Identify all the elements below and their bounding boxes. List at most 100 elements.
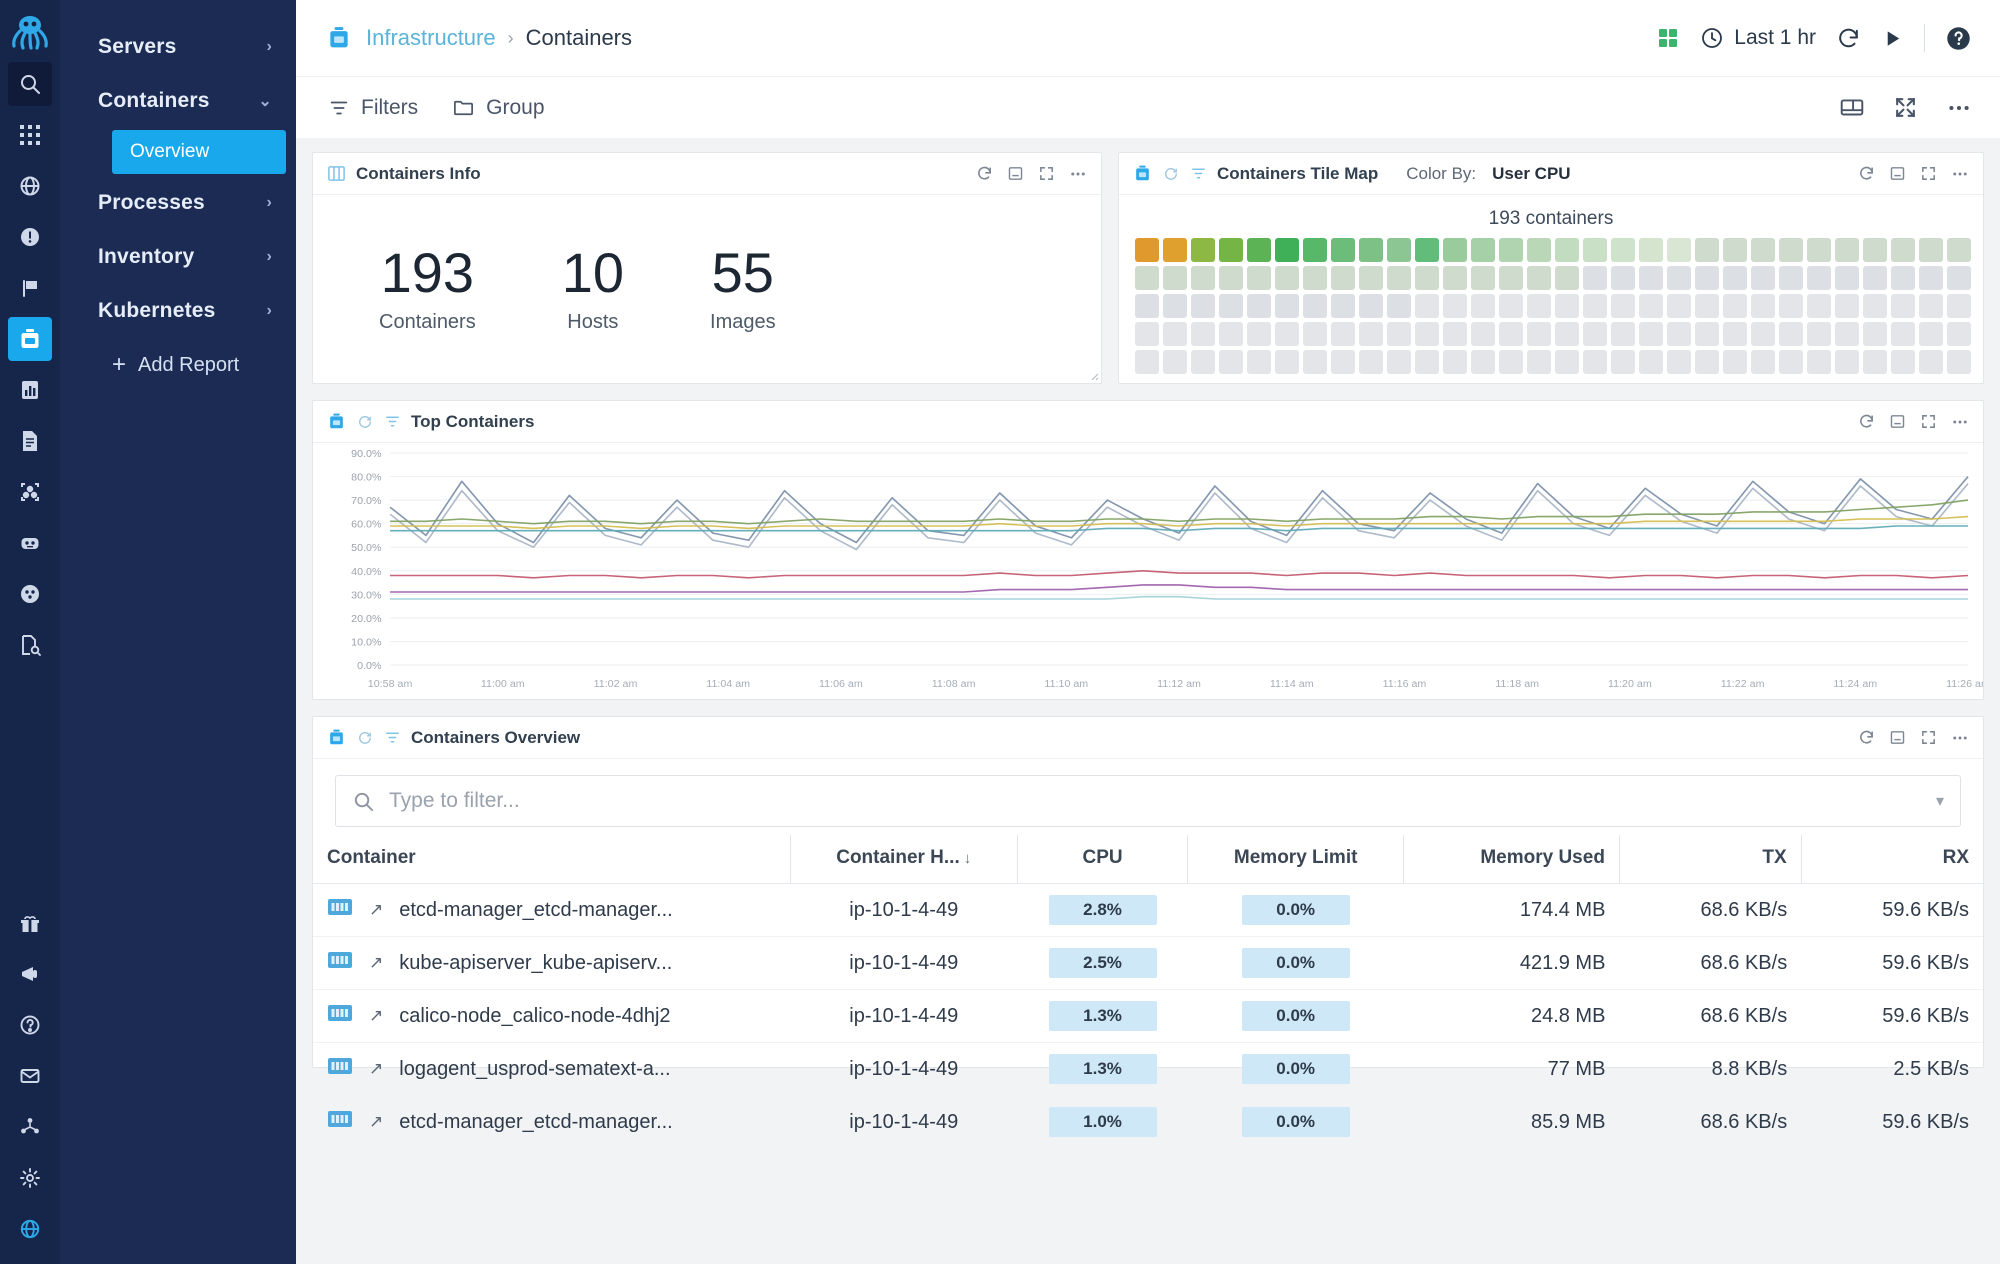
- tile-map-cell[interactable]: [1471, 350, 1495, 374]
- open-external-icon[interactable]: ↗: [369, 1059, 383, 1079]
- help-circle-icon[interactable]: [8, 1003, 52, 1047]
- column-header-memory-limit[interactable]: Memory Limit: [1187, 835, 1404, 884]
- refresh-cycle-icon[interactable]: [356, 413, 374, 431]
- tile-map-cell[interactable]: [1947, 266, 1971, 290]
- minimize-icon[interactable]: [1889, 729, 1906, 746]
- tile-map-cell[interactable]: [1135, 238, 1159, 262]
- tile-map-cell[interactable]: [1135, 266, 1159, 290]
- tile-map-cell[interactable]: [1499, 322, 1523, 346]
- minimize-icon[interactable]: [1889, 413, 1906, 430]
- tile-map-cell[interactable]: [1723, 294, 1747, 318]
- tile-map-cell[interactable]: [1835, 266, 1859, 290]
- tile-map-cell[interactable]: [1443, 294, 1467, 318]
- filter-funnel-icon[interactable]: [384, 413, 401, 430]
- more-dots-icon[interactable]: [1069, 165, 1087, 183]
- tile-map-cell[interactable]: [1191, 350, 1215, 374]
- document-search-icon[interactable]: [8, 623, 52, 667]
- tile-map-cell[interactable]: [1695, 266, 1719, 290]
- tile-map-cell[interactable]: [1891, 350, 1915, 374]
- tile-map-cell[interactable]: [1443, 266, 1467, 290]
- tile-map-cell[interactable]: [1499, 294, 1523, 318]
- tile-map-cell[interactable]: [1303, 266, 1327, 290]
- tile-map-cell[interactable]: [1947, 350, 1971, 374]
- sidebar-item-containers[interactable]: Containers ⌄: [60, 74, 296, 128]
- refresh-cycle-icon[interactable]: [1162, 165, 1180, 183]
- chevron-down-icon[interactable]: ▾: [1936, 791, 1944, 811]
- top-containers-chart[interactable]: 0.0% 10.0% 20.0% 30.0% 40.0% 50.0% 60.0% 70.0% 8…: [313, 443, 1983, 699]
- sidebar-item-overview[interactable]: Overview: [112, 130, 286, 174]
- logs-document-icon[interactable]: [8, 419, 52, 463]
- refresh-icon[interactable]: [1858, 729, 1875, 746]
- tile-map-cell[interactable]: [1499, 266, 1523, 290]
- tile-map-cell[interactable]: [1331, 322, 1355, 346]
- open-external-icon[interactable]: ↗: [369, 1112, 383, 1132]
- more-dots-icon[interactable]: [1951, 165, 1969, 183]
- tile-map-cell[interactable]: [1807, 266, 1831, 290]
- tile-map-cell[interactable]: [1583, 294, 1607, 318]
- column-header-container[interactable]: Container: [313, 835, 791, 884]
- tile-map-cell[interactable]: [1695, 238, 1719, 262]
- tile-map-cell[interactable]: [1219, 294, 1243, 318]
- tile-map-cell[interactable]: [1415, 294, 1439, 318]
- tile-map-cell[interactable]: [1275, 350, 1299, 374]
- tile-map-cell[interactable]: [1499, 350, 1523, 374]
- tile-map-cell[interactable]: [1779, 350, 1803, 374]
- tile-map-cell[interactable]: [1275, 294, 1299, 318]
- tile-map-cell[interactable]: [1863, 294, 1887, 318]
- tile-map-cell[interactable]: [1443, 322, 1467, 346]
- sidebar-item-inventory[interactable]: Inventory ›: [60, 230, 296, 284]
- tile-map-cell[interactable]: [1891, 294, 1915, 318]
- tile-map-cell[interactable]: [1191, 294, 1215, 318]
- tile-map-cell[interactable]: [1667, 294, 1691, 318]
- tile-map-cell[interactable]: [1919, 294, 1943, 318]
- tile-map-cell[interactable]: [1219, 238, 1243, 262]
- tile-map-grid[interactable]: [1119, 238, 1983, 376]
- tile-map-cell[interactable]: [1415, 238, 1439, 262]
- tile-map-cell[interactable]: [1611, 350, 1635, 374]
- tile-map-cell[interactable]: [1415, 350, 1439, 374]
- tile-map-cell[interactable]: [1695, 350, 1719, 374]
- tile-map-cell[interactable]: [1331, 266, 1355, 290]
- tile-map-cell[interactable]: [1135, 294, 1159, 318]
- tile-map-cell[interactable]: [1163, 266, 1187, 290]
- grid-apps-icon[interactable]: [8, 113, 52, 157]
- gift-icon[interactable]: [8, 901, 52, 945]
- more-dots-icon[interactable]: [1951, 413, 1969, 431]
- tile-map-cell[interactable]: [1863, 322, 1887, 346]
- tile-map-cell[interactable]: [1555, 350, 1579, 374]
- tile-map-cell[interactable]: [1471, 294, 1495, 318]
- column-header-rx[interactable]: RX: [1800, 835, 1983, 884]
- column-header-host[interactable]: Container H... ↓: [789, 835, 1018, 884]
- tile-map-cell[interactable]: [1555, 294, 1579, 318]
- tile-map-cell[interactable]: [1807, 322, 1831, 346]
- open-external-icon[interactable]: ↗: [369, 1006, 383, 1026]
- tile-map-cell[interactable]: [1611, 238, 1635, 262]
- tile-map-cell[interactable]: [1891, 238, 1915, 262]
- refresh-icon[interactable]: [1858, 413, 1875, 430]
- tile-map-cell[interactable]: [1471, 238, 1495, 262]
- octopus-logo-icon[interactable]: [4, 6, 56, 58]
- tile-map-cell[interactable]: [1191, 266, 1215, 290]
- tile-map-cell[interactable]: [1639, 294, 1663, 318]
- tile-map-cell[interactable]: [1863, 238, 1887, 262]
- tile-map-cell[interactable]: [1303, 322, 1327, 346]
- table-row[interactable]: ↗ etcd-manager_etcd-manager... ip-10-1-4-4…: [313, 883, 1983, 937]
- minimize-icon[interactable]: [1889, 165, 1906, 182]
- tile-map-cell[interactable]: [1359, 238, 1383, 262]
- tile-map-cell[interactable]: [1527, 266, 1551, 290]
- tile-map-cell[interactable]: [1219, 322, 1243, 346]
- green-grid-icon[interactable]: [1656, 26, 1680, 50]
- tile-map-cell[interactable]: [1863, 350, 1887, 374]
- tile-map-cell[interactable]: [1751, 266, 1775, 290]
- tile-map-cell[interactable]: [1583, 238, 1607, 262]
- tile-map-cell[interactable]: [1723, 266, 1747, 290]
- tile-map-cell[interactable]: [1667, 322, 1691, 346]
- tile-map-cell[interactable]: [1219, 350, 1243, 374]
- table-row[interactable]: ↗ calico-node_calico-node-4dhj2 ip-10-1-4-…: [313, 989, 1983, 1043]
- tile-map-cell[interactable]: [1247, 238, 1271, 262]
- fullscreen-icon[interactable]: [1920, 165, 1937, 182]
- tile-map-cell[interactable]: [1303, 294, 1327, 318]
- tile-map-cell[interactable]: [1919, 266, 1943, 290]
- tile-map-cell[interactable]: [1779, 266, 1803, 290]
- tile-map-cell[interactable]: [1135, 350, 1159, 374]
